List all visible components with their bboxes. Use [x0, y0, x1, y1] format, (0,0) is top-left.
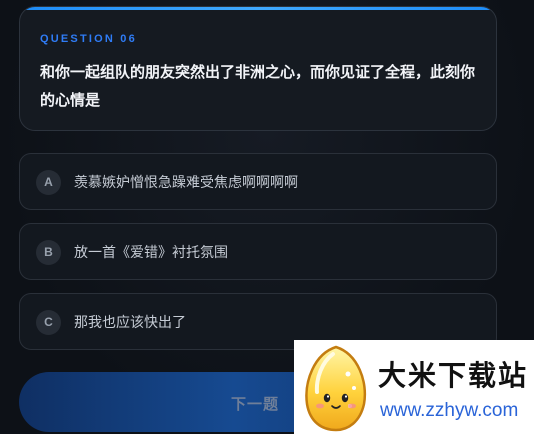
- question-number: QUESTION 06: [40, 33, 137, 45]
- option-label: 那我也应该快出了: [74, 314, 186, 330]
- site-watermark: 大米下载站 www.zzhyw.com: [294, 340, 534, 434]
- question-text: 和你一起组队的朋友突然出了非洲之心，而你见证了全程，此刻你的心情是: [40, 64, 476, 109]
- option-label: 羡慕嫉妒憎恨急躁难受焦虑啊啊啊啊: [74, 174, 298, 190]
- option-letter-badge: B: [36, 240, 61, 265]
- watermark-url: www.zzhyw.com: [380, 400, 519, 421]
- rice-grain-mascot-icon: [305, 345, 367, 432]
- watermark-brand: 大米下载站: [378, 360, 529, 391]
- option-b[interactable]: B 放一首《爱错》衬托氛围: [19, 223, 497, 280]
- option-a[interactable]: A 羡慕嫉妒憎恨急躁难受焦虑啊啊啊啊: [19, 153, 497, 210]
- next-button-label: 下一题: [231, 396, 280, 413]
- question-card: QUESTION 06 和你一起组队的朋友突然出了非洲之心，而你见证了全程，此刻…: [19, 6, 497, 131]
- option-label: 放一首《爱错》衬托氛围: [74, 244, 228, 260]
- option-letter-badge: C: [36, 310, 61, 335]
- accent-bar: [20, 7, 496, 10]
- option-letter-badge: A: [36, 170, 61, 195]
